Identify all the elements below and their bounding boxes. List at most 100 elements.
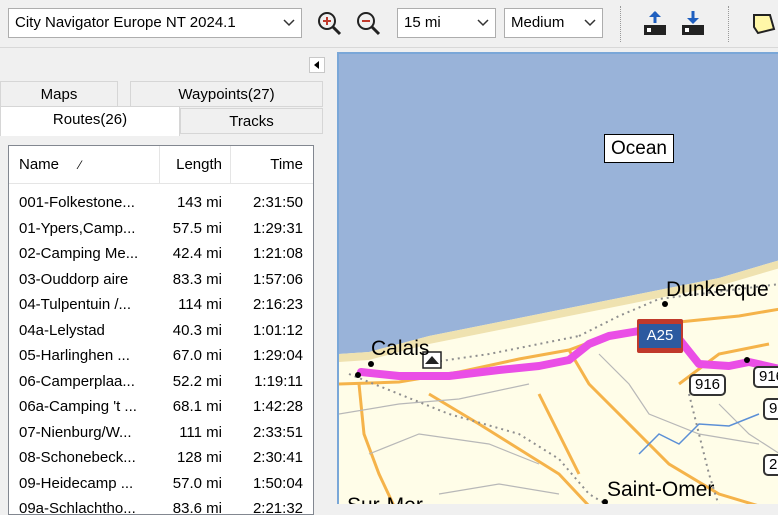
- city-label-dunkerque[interactable]: Dunkerque: [666, 278, 769, 302]
- route-name-cell: 05-Harlinghen ...: [19, 347, 130, 364]
- route-name-cell: 08-Schonebeck...: [19, 449, 136, 466]
- route-length-cell: 83.3 mi: [172, 270, 222, 288]
- route-length-cell: 57.5 mi: [172, 219, 222, 237]
- ocean-label: Ocean: [604, 134, 674, 163]
- tab-label: Waypoints(27): [178, 86, 275, 103]
- road-shield-916-b[interactable]: 916: [753, 366, 778, 388]
- city-label-text: Saint-Omer: [607, 478, 715, 501]
- route-time-cell: 1:29:04: [252, 347, 303, 364]
- route-length-cell: 40.3 mi: [172, 321, 222, 339]
- road-shield-916[interactable]: 916: [689, 374, 727, 396]
- tab-routes[interactable]: Routes(26): [0, 106, 180, 136]
- table-row[interactable]: 06a-Camping 't ... 68.1 mi 1:42:28: [9, 394, 313, 420]
- data-panel: Maps Waypoints(27) Routes(26) Tracks Nam…: [0, 49, 331, 515]
- route-length-cell: 128 mi: [176, 449, 222, 466]
- route-name-cell: 04-Tulpentuin /...: [19, 296, 132, 313]
- collapse-panel-button[interactable]: [309, 57, 325, 73]
- road-shield-a25[interactable]: A25: [637, 319, 683, 353]
- route-name-cell: 03-Ouddorp aire: [19, 270, 129, 288]
- map-tool-icon[interactable]: [748, 9, 778, 39]
- road-shield-partial[interactable]: 2: [763, 454, 778, 476]
- route-length-cell: 52.2 mi: [172, 372, 222, 390]
- route-length-cell: 57.0 mi: [172, 474, 222, 492]
- chevron-down-icon: [477, 19, 489, 27]
- route-time-cell: 2:33:51: [252, 423, 303, 441]
- city-label-text: Sur-Mer: [347, 494, 423, 504]
- route-time-cell: 2:31:50: [252, 194, 303, 211]
- column-header-time[interactable]: Time: [231, 146, 303, 184]
- header-label: Length: [176, 156, 222, 173]
- tab-label: Routes(26): [52, 111, 128, 128]
- route-time-cell: 1:01:12: [252, 321, 303, 339]
- toolbar-separator: [620, 6, 621, 42]
- road-shield-partial[interactable]: 9: [763, 398, 778, 420]
- city-label-calais[interactable]: Calais: [371, 337, 429, 361]
- city-dot-bergues[interactable]: [744, 357, 750, 363]
- table-row[interactable]: 04-Tulpentuin /... 114 mi 2:16:23: [9, 292, 313, 318]
- table-row[interactable]: 08-Schonebeck... 128 mi 2:30:41: [9, 445, 313, 471]
- route-length-cell: 143 mi: [176, 194, 222, 211]
- tab-tracks[interactable]: Tracks: [180, 108, 323, 134]
- road-shield-text: 9: [769, 400, 778, 417]
- route-length-cell: 68.1 mi: [172, 398, 222, 415]
- zoom-in-icon[interactable]: [314, 9, 344, 39]
- map-view[interactable]: Ocean Dunkerque Calais Saint-Omer Sur-Me…: [337, 52, 778, 504]
- toolbar: City Navigator Europe NT 2024.1 15 mi Me…: [0, 0, 778, 48]
- route-time-cell: 2:21:32: [252, 500, 303, 515]
- city-dot-calais[interactable]: [368, 361, 374, 367]
- route-name-cell: 01-Ypers,Camp...: [19, 219, 136, 237]
- route-time-cell: 1:21:08: [252, 245, 303, 262]
- city-label-saint-omer[interactable]: Saint-Omer: [607, 478, 714, 502]
- route-length-cell: 67.0 mi: [172, 347, 222, 364]
- table-row[interactable]: 04a-Lelystad 40.3 mi 1:01:12: [9, 318, 313, 344]
- sort-indicator-text: ⁄: [79, 158, 82, 172]
- route-length-cell: 114 mi: [178, 296, 222, 313]
- table-row[interactable]: 001-Folkestone... 143 mi 2:31:50: [9, 190, 313, 216]
- tab-label: Maps: [40, 86, 78, 103]
- road-shield-text: 2: [769, 456, 778, 473]
- table-row[interactable]: 07-Nienburg/W... 111 mi 2:33:51: [9, 420, 313, 446]
- table-row[interactable]: 01-Ypers,Camp... 57.5 mi 1:29:31: [9, 216, 313, 242]
- ocean-label-text: Ocean: [611, 138, 667, 159]
- header-label: Name: [19, 156, 60, 173]
- tab-maps[interactable]: Maps: [0, 81, 118, 107]
- send-to-device-icon[interactable]: [640, 9, 670, 39]
- route-length-cell: 83.6 mi: [172, 500, 222, 515]
- city-label-sur-mer[interactable]: Sur-Mer: [347, 494, 423, 504]
- route-length-cell: 42.4 mi: [172, 245, 222, 262]
- table-row[interactable]: 06-Camperplaa... 52.2 mi 1:19:11: [9, 369, 313, 395]
- route-name-cell: 06-Camperplaa...: [19, 372, 135, 390]
- route-time-cell: 2:16:23: [252, 296, 303, 313]
- table-row[interactable]: 03-Ouddorp aire 83.3 mi 1:57:06: [9, 267, 313, 293]
- table-row[interactable]: 02-Camping Me... 42.4 mi 1:21:08: [9, 241, 313, 267]
- city-label-text: Calais: [371, 337, 430, 360]
- route-name-cell: 06a-Camping 't ...: [19, 398, 137, 415]
- road-shield-text: 916: [695, 376, 721, 393]
- map-product-select[interactable]: City Navigator Europe NT 2024.1: [8, 8, 302, 38]
- route-length-cell: 111 mi: [179, 423, 222, 441]
- road-shield-text: 916: [759, 368, 778, 385]
- zoom-level-value: 15 mi: [404, 14, 441, 31]
- zoom-level-select[interactable]: 15 mi: [397, 8, 496, 38]
- column-header-length[interactable]: Length: [159, 146, 222, 184]
- route-name-cell: 07-Nienburg/W...: [19, 423, 132, 441]
- table-row[interactable]: 09a-Schlachtho... 83.6 mi 2:21:32: [9, 496, 313, 515]
- route-time-cell: 1:42:28: [252, 398, 303, 415]
- routes-list[interactable]: Name ⁄ Length Time 001-Folkestone... 143 …: [8, 145, 314, 515]
- arrow-left-icon: [314, 61, 319, 69]
- detail-level-value: Medium: [511, 14, 565, 31]
- table-row[interactable]: 05-Harlinghen ... 67.0 mi 1:29:04: [9, 343, 313, 369]
- tab-waypoints[interactable]: Waypoints(27): [130, 81, 323, 107]
- city-dot-coquelles[interactable]: [355, 372, 361, 378]
- table-row[interactable]: 09-Heidecamp ... 57.0 mi 1:50:04: [9, 471, 313, 497]
- receive-from-device-icon[interactable]: [678, 9, 708, 39]
- route-name-cell: 001-Folkestone...: [19, 194, 135, 211]
- chevron-down-icon: [584, 19, 596, 27]
- route-name-cell: 02-Camping Me...: [19, 245, 139, 262]
- route-name-cell: 09a-Schlachtho...: [19, 500, 136, 515]
- route-time-cell: 1:50:04: [252, 474, 303, 492]
- detail-level-select[interactable]: Medium: [504, 8, 603, 38]
- zoom-out-icon[interactable]: [353, 9, 383, 39]
- road-shield-text: A25: [639, 324, 681, 348]
- tab-label: Tracks: [229, 113, 274, 130]
